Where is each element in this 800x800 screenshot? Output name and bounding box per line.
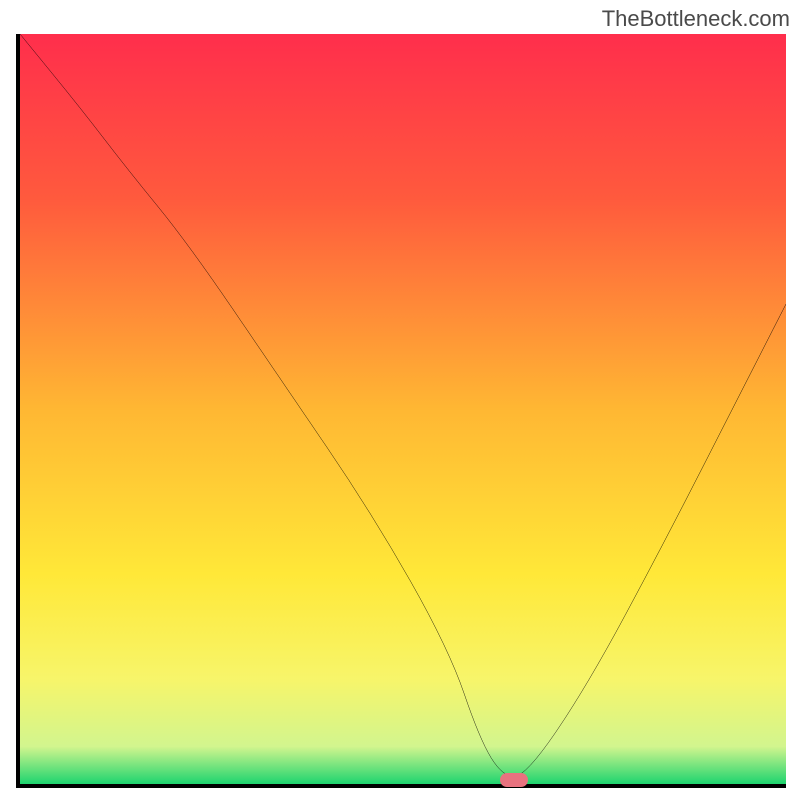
chart-plot-area [16, 34, 786, 788]
watermark-text: TheBottleneck.com [602, 6, 790, 32]
chart-curve [20, 34, 786, 784]
optimal-point-marker [500, 773, 528, 787]
